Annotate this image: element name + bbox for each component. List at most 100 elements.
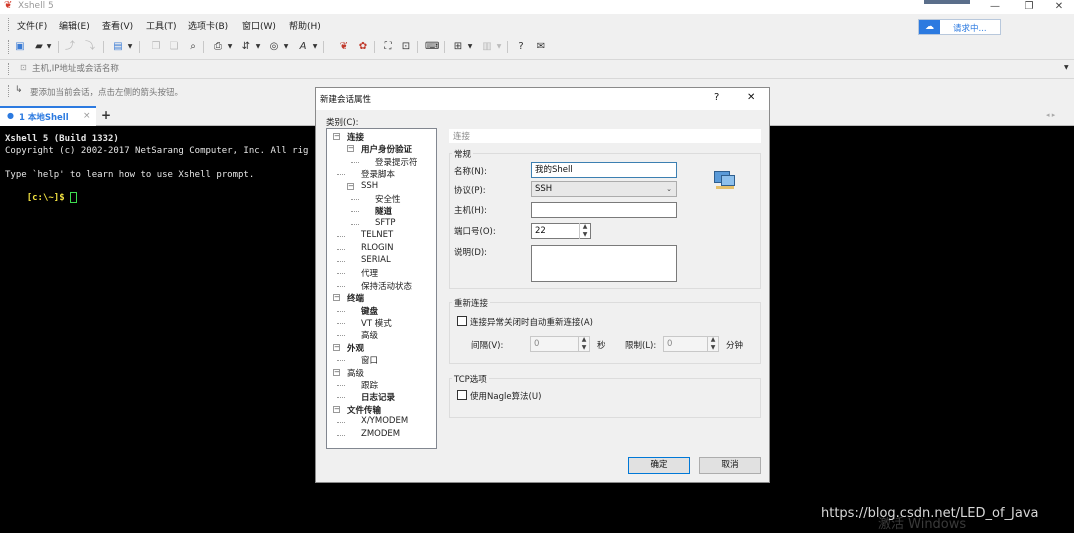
tree-item[interactable]: 窗口 (361, 354, 378, 366)
ok-button[interactable]: 确定 (628, 457, 690, 474)
window-title: Xshell 5 (18, 1, 54, 11)
tree-item[interactable]: 用户身份验证 (361, 143, 412, 155)
limit-input[interactable]: 0 ▲ ▼ (663, 336, 719, 352)
tree-item[interactable]: 日志记录 (361, 391, 395, 403)
reconnect-icon[interactable]: ⤴ (64, 41, 76, 53)
cancel-button[interactable]: 取消 (699, 457, 761, 474)
tree-item[interactable]: 外观 (347, 342, 364, 354)
menu-tools[interactable]: 工具(T) (146, 19, 177, 32)
dropdown-arrow-icon[interactable]: ▼ (466, 41, 474, 53)
tree-item[interactable]: 隧道 (375, 205, 392, 217)
font-icon[interactable]: A (297, 41, 309, 53)
dropdown-arrow-icon[interactable]: ▼ (126, 41, 134, 53)
fullscreen-icon[interactable]: ⛶ (382, 41, 394, 53)
tree-item[interactable]: 登录提示符 (375, 156, 418, 168)
interval-input[interactable]: 0 ▲ ▼ (530, 336, 590, 352)
tree-item[interactable]: 高级 (347, 367, 364, 379)
dropdown-arrow-icon[interactable]: ▼ (226, 41, 234, 53)
find-icon[interactable]: ⌕ (187, 41, 199, 53)
dialog-close-button[interactable]: ✕ (747, 92, 755, 103)
new-tab-icon[interactable]: ⊞ (452, 41, 464, 53)
copy-icon[interactable]: ❐ (150, 41, 162, 53)
tree-collapse-icon[interactable]: − (333, 294, 340, 302)
menu-help[interactable]: 帮助(H) (289, 19, 321, 32)
tree-item[interactable]: RLOGIN (361, 243, 393, 253)
keyboard-icon[interactable]: ⌨ (425, 41, 439, 53)
nagle-checkbox[interactable] (457, 390, 467, 400)
description-input[interactable] (531, 245, 677, 282)
tree-item[interactable]: 终端 (347, 292, 364, 304)
host-input[interactable] (531, 202, 677, 218)
tree-item[interactable]: 连接 (347, 131, 364, 143)
lock-icon[interactable]: ⊡ (400, 41, 412, 53)
add-session-arrow-icon[interactable]: ↳ (15, 85, 23, 95)
tree-collapse-icon[interactable]: − (347, 182, 354, 190)
tree-item[interactable]: TELNET (361, 230, 393, 240)
tree-collapse-icon[interactable]: − (333, 343, 340, 351)
dropdown-arrow-icon[interactable]: ▼ (45, 41, 53, 53)
tree-collapse-icon[interactable]: − (333, 405, 340, 413)
properties-icon[interactable]: ▤ (112, 41, 124, 53)
tree-item[interactable]: SERIAL (361, 255, 391, 265)
dropdown-arrow-icon[interactable]: ▼ (282, 41, 290, 53)
add-tab-button[interactable]: + (101, 108, 111, 122)
xshell-logo-icon[interactable]: ❦ (338, 41, 350, 53)
limit-spinner-icon[interactable]: ▲ ▼ (707, 336, 718, 352)
xftp-icon[interactable]: ✿ (357, 41, 369, 53)
tree-item[interactable]: 键盘 (361, 305, 378, 317)
menu-file[interactable]: 文件(F) (17, 19, 47, 32)
open-folder-icon[interactable]: ▰ (33, 41, 45, 53)
menu-tabs[interactable]: 选项卡(B) (188, 19, 228, 32)
menu-window[interactable]: 窗口(W) (242, 19, 276, 32)
port-spinner-icon[interactable]: ▲ ▼ (579, 223, 590, 239)
tree-collapse-icon[interactable]: − (333, 133, 340, 140)
tab-scroll-icon[interactable]: ◂ ▸ (1046, 111, 1055, 119)
minimize-button[interactable]: — (980, 0, 1010, 14)
tree-item[interactable]: 文件传输 (347, 404, 381, 416)
dropdown-arrow-icon[interactable]: ▼ (254, 41, 262, 53)
paste-icon[interactable]: ❏ (168, 41, 180, 53)
interval-spinner-icon[interactable]: ▲ ▼ (578, 336, 589, 352)
tree-item[interactable]: 高级 (361, 329, 378, 341)
new-session-icon[interactable]: ▣ (14, 41, 26, 53)
tree-collapse-icon[interactable]: − (347, 145, 354, 153)
restore-button[interactable]: ❐ (1014, 0, 1044, 14)
tree-item[interactable]: 代理 (361, 267, 378, 279)
tree-item[interactable]: 保持活动状态 (361, 280, 412, 292)
chat-icon[interactable]: ✉ (535, 41, 547, 53)
dropdown-arrow-icon[interactable]: ▼ (495, 41, 503, 53)
protocol-select[interactable]: SSH ⌄ (531, 181, 677, 197)
tree-item[interactable]: SFTP (375, 218, 395, 228)
help-icon[interactable]: ? (515, 41, 527, 53)
port-input[interactable]: 22 ▲ ▼ (531, 223, 591, 239)
address-input[interactable] (32, 62, 1052, 76)
name-input[interactable]: 我的Shell (531, 162, 677, 178)
tab-local-shell[interactable]: ● 1 本地Shell × (0, 106, 96, 126)
globe-icon[interactable]: ◎ (268, 41, 280, 53)
tree-item[interactable]: X/YMODEM (361, 416, 408, 426)
disconnect-icon[interactable]: ⤵ (84, 41, 96, 53)
tree-item[interactable]: 跟踪 (361, 379, 378, 391)
address-dropdown-icon[interactable]: ▼ (1064, 64, 1069, 71)
transfer-icon[interactable]: ⇵ (240, 41, 252, 53)
tab-close-icon[interactable]: × (83, 111, 91, 121)
auto-reconnect-checkbox[interactable] (457, 316, 467, 326)
menu-view[interactable]: 查看(V) (102, 19, 133, 32)
cloud-button[interactable]: ☁ 请求中... (918, 19, 1001, 35)
interval-unit: 秒 (597, 341, 606, 351)
print-icon[interactable]: ⎙ (212, 41, 224, 53)
tree-collapse-icon[interactable]: − (333, 368, 340, 376)
close-button[interactable]: ✕ (1044, 0, 1074, 14)
tree-item[interactable]: 安全性 (375, 193, 401, 205)
dropdown-arrow-icon[interactable]: ▼ (311, 41, 319, 53)
tree-item[interactable]: ZMODEM (361, 429, 400, 439)
tree-item[interactable]: SSH (361, 181, 378, 191)
tree-item[interactable]: 登录脚本 (361, 168, 395, 180)
category-tree[interactable]: 连接 − 用户身份验证 − 登录提示符 登录脚本 SSH − 安全性 隧道 SFTP TELNET RL… (326, 128, 437, 449)
tree-connector (337, 174, 345, 176)
layout-icon[interactable]: ▥ (481, 41, 493, 53)
dialog-help-button[interactable]: ? (714, 92, 719, 103)
menu-edit[interactable]: 编辑(E) (59, 19, 90, 32)
protocol-label: 协议(P): (454, 186, 486, 196)
tree-item[interactable]: VT 模式 (361, 317, 392, 329)
